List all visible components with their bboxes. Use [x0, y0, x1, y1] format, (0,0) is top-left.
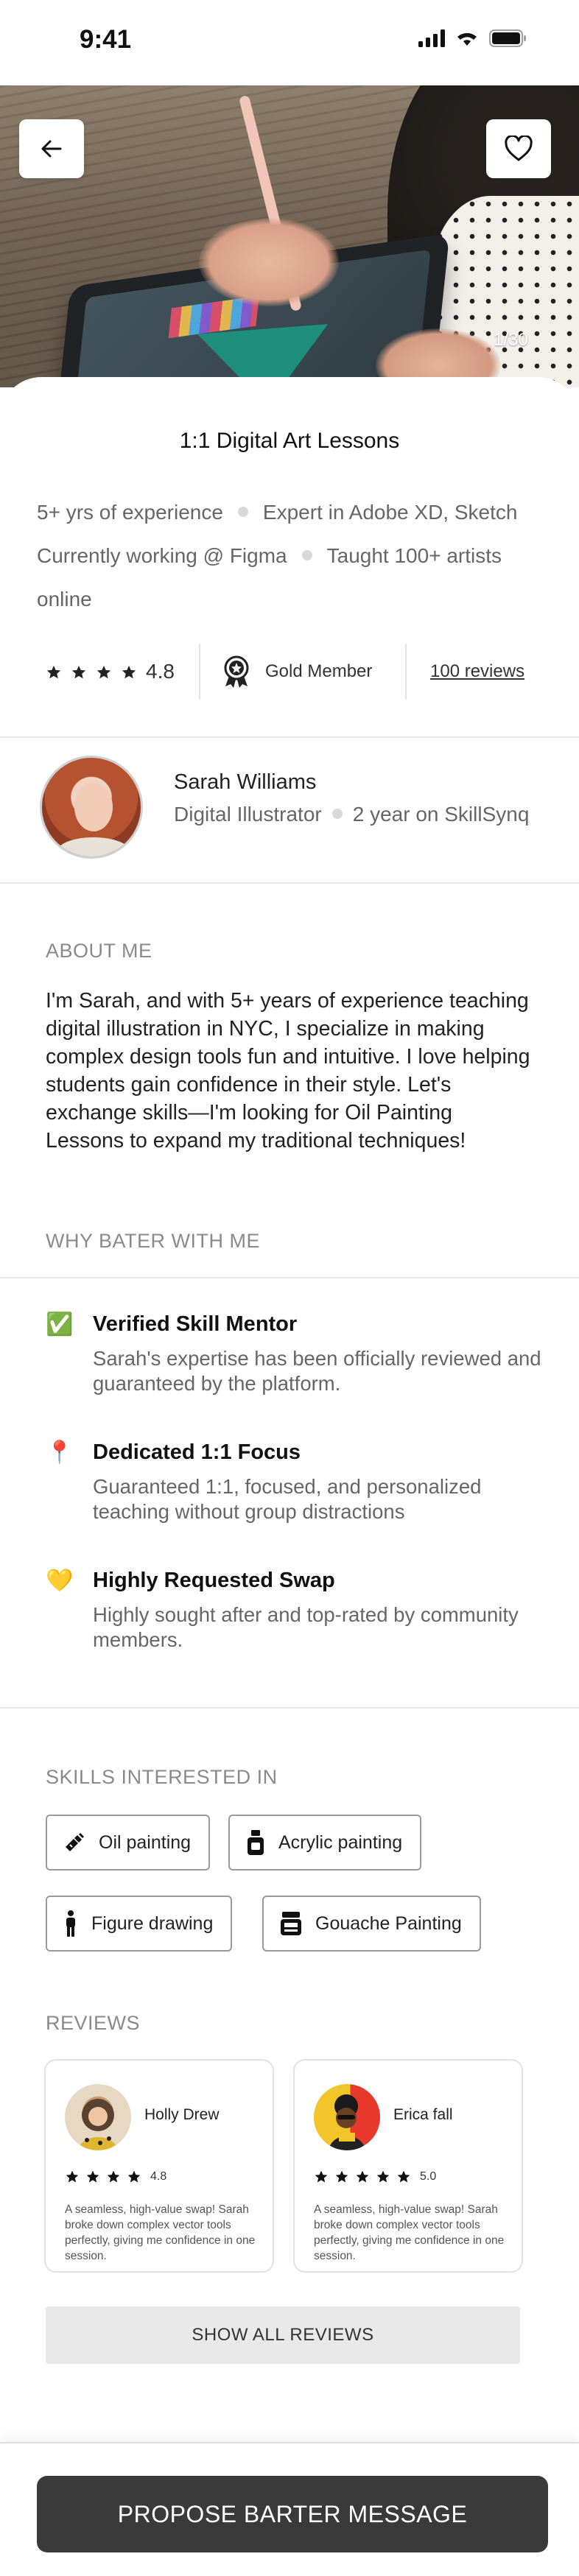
- show-all-reviews-button[interactable]: SHOW ALL REVIEWS: [46, 2306, 520, 2364]
- listing-tags: 5+ yrs of experience Expert in Adobe XD, …: [37, 490, 552, 621]
- star-icon: [107, 2170, 120, 2183]
- paint-tube-icon: [65, 1833, 84, 1852]
- star-icon: [66, 2170, 79, 2183]
- feature-title: Verified Skill Mentor: [93, 1312, 298, 1336]
- feature-desc: Guaranteed 1:1, focused, and personalize…: [93, 1475, 482, 1523]
- pin-icon: 📍: [46, 1440, 74, 1465]
- divider: [0, 1277, 579, 1278]
- divider: [0, 882, 579, 884]
- review-score: 5.0: [420, 2170, 437, 2183]
- star-icon: [96, 665, 111, 679]
- status-time: 9:41: [80, 25, 132, 54]
- heart-icon: 💛: [46, 1569, 74, 1593]
- skill-chip-figure-drawing[interactable]: Figure drawing: [46, 1896, 233, 1952]
- feature-title: Dedicated 1:1 Focus: [93, 1440, 301, 1464]
- mentor-tenure: 2 year on SkillSynq: [352, 803, 530, 826]
- reviews-link[interactable]: 100 reviews: [430, 661, 524, 682]
- star-icon: [356, 2170, 369, 2183]
- membership-label: Gold Member: [265, 661, 373, 681]
- back-button[interactable]: [19, 119, 84, 178]
- review-stars: 5.0: [314, 2169, 436, 2184]
- skills-label: SKILLS INTERESTED IN: [46, 1766, 278, 1788]
- star-icon: [46, 665, 61, 679]
- skill-chip-acrylic-painting[interactable]: Acrylic painting: [228, 1815, 422, 1871]
- paint-bottle-icon: [248, 1830, 264, 1855]
- star-icon: [122, 665, 136, 679]
- why-label: WHY BATER WITH ME: [46, 1230, 260, 1252]
- stats-row: 4.8 Gold Member 100 reviews: [0, 644, 579, 703]
- rating-stars: [46, 664, 137, 680]
- artist-hand: [199, 218, 339, 306]
- reviews-label: REVIEWS: [46, 2012, 141, 2034]
- mentor-name: Sarah Williams: [174, 770, 317, 794]
- status-icons: [418, 29, 527, 47]
- star-icon: [376, 2170, 390, 2183]
- star-icon: [397, 2170, 410, 2183]
- review-stars: 4.8: [65, 2169, 166, 2184]
- star-icon: [315, 2170, 328, 2183]
- reviewer-avatar: [314, 2084, 380, 2150]
- separator-dot: [331, 808, 343, 819]
- skill-label: Oil painting: [99, 1831, 192, 1853]
- rating-value: 4.8: [146, 660, 175, 683]
- photo-counter: 1/30: [494, 330, 528, 350]
- propose-barter-button[interactable]: PROPOSE BARTER MESSAGE: [37, 2476, 548, 2552]
- divider: [405, 644, 407, 700]
- feature-title: Highly Requested Swap: [93, 1569, 335, 1592]
- separator-dot: [301, 549, 312, 560]
- listing-title: 1:1 Digital Art Lessons: [179, 429, 400, 453]
- check-mark-icon: ✅: [46, 1312, 74, 1337]
- star-icon: [127, 2170, 141, 2183]
- mentor-avatar: [40, 756, 143, 859]
- divider: [0, 1707, 579, 1708]
- star-icon: [71, 665, 86, 679]
- feature-verified: ✅ Verified Skill Mentor Sarah's expertis…: [46, 1312, 547, 1401]
- about-label: ABOUT ME: [46, 940, 152, 962]
- mentor-card[interactable]: Sarah Williams Digital Illustrator 2 year…: [0, 733, 579, 866]
- reviewer-photo: [78, 2099, 118, 2150]
- mentor-subtitle: Digital Illustrator 2 year on SkillSynq: [174, 803, 529, 826]
- battery-icon: [489, 29, 526, 47]
- skill-label: Gouache Painting: [315, 1912, 462, 1934]
- award-badge-icon: [224, 655, 249, 688]
- review-score: 4.8: [150, 2170, 167, 2183]
- feature-desc: Highly sought after and top-rated by com…: [93, 1603, 519, 1651]
- skill-label: Acrylic painting: [278, 1831, 403, 1853]
- about-text: I'm Sarah, and with 5+ years of experien…: [46, 989, 530, 1152]
- figure-icon: [66, 1910, 75, 1937]
- avatar-face: [74, 783, 113, 831]
- skill-chip-gouache-painting[interactable]: Gouache Painting: [262, 1896, 481, 1952]
- skill-chip-oil-painting[interactable]: Oil painting: [46, 1815, 211, 1871]
- review-card[interactable]: Holly Drew 4.8 A seamless, high-value sw…: [44, 2059, 274, 2273]
- review-text: A seamless, high-value swap! Sarah broke…: [65, 2203, 256, 2262]
- reviewer-photo: [329, 2094, 365, 2150]
- separator-dot: [237, 506, 248, 517]
- reviewer-name: Erica fall: [393, 2106, 453, 2123]
- feature-focus: 📍 Dedicated 1:1 Focus Guaranteed 1:1, fo…: [46, 1440, 547, 1529]
- heart-outline-icon: [505, 136, 533, 161]
- star-icon: [335, 2170, 348, 2183]
- review-card[interactable]: Erica fall 5.0 A seamless, high-value sw…: [293, 2059, 523, 2273]
- mentor-role: Digital Illustrator: [174, 803, 322, 826]
- tag-current-job: Currently working @ Figma: [37, 544, 287, 567]
- review-text: A seamless, high-value swap! Sarah broke…: [314, 2203, 505, 2262]
- reviewer-avatar: [65, 2084, 131, 2150]
- star-icon: [86, 2170, 99, 2183]
- feature-requested: 💛 Highly Requested Swap Highly sought af…: [46, 1569, 547, 1657]
- feature-desc: Sarah's expertise has been officially re…: [93, 1347, 541, 1395]
- tag-experience: 5+ yrs of experience: [37, 501, 223, 524]
- divider: [199, 644, 200, 700]
- tag-expertise: Expert in Adobe XD, Sketch: [262, 501, 518, 524]
- signal-icon: [418, 29, 445, 47]
- avatar-shirt: [57, 837, 130, 856]
- reviewer-name: Holly Drew: [144, 2106, 220, 2123]
- gouache-jar-icon: [281, 1912, 301, 1935]
- gold-member-badge: Gold Member: [221, 655, 372, 688]
- favorite-button[interactable]: [486, 119, 551, 178]
- skill-label: Figure drawing: [91, 1912, 214, 1934]
- arrow-left-icon: [41, 140, 62, 158]
- wifi-icon: [457, 32, 477, 46]
- status-bar: 9:41: [0, 0, 579, 85]
